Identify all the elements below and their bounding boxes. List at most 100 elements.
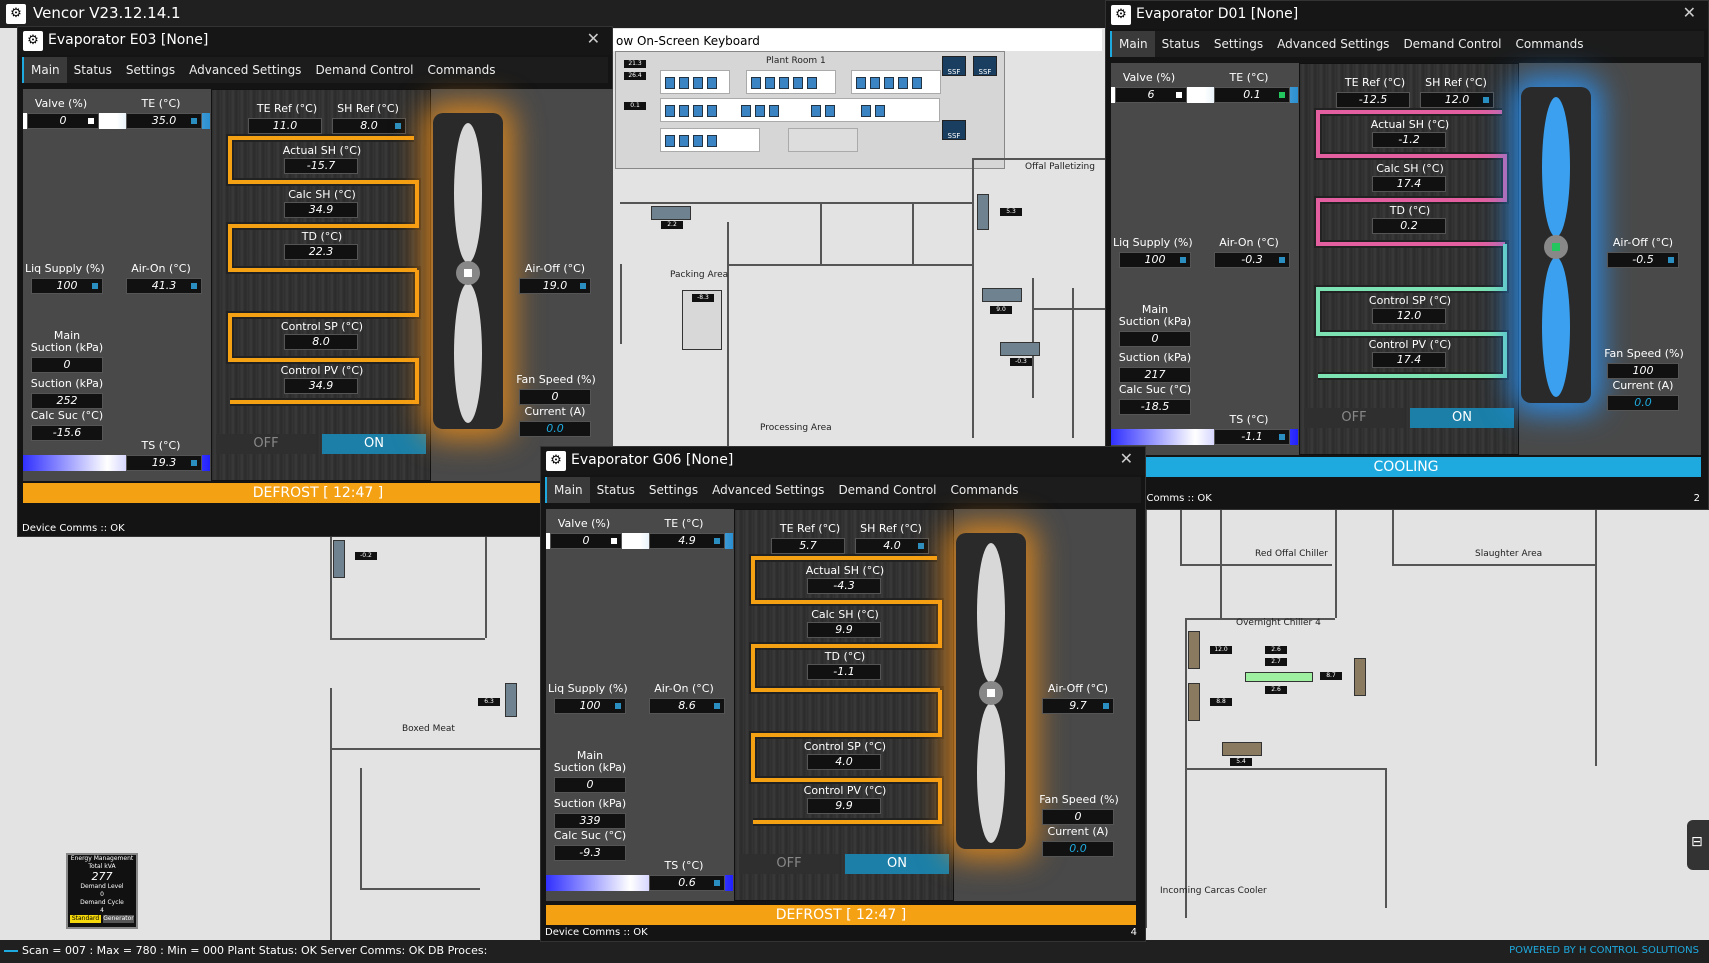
energy-kva-value: 277 — [91, 870, 113, 883]
energy-generator-button[interactable]: Generator — [103, 915, 134, 923]
tab-status[interactable]: Status — [590, 477, 642, 503]
map-device-overnight-4[interactable] — [1222, 742, 1262, 756]
coil-panel: TE Ref (°C) 5.7 SH Ref (°C) 4.0 Actual S… — [734, 509, 954, 901]
off-button[interactable]: OFF — [216, 434, 316, 454]
valve-indicator — [611, 538, 617, 544]
close-icon[interactable]: ✕ — [1683, 3, 1696, 22]
on-button[interactable]: ON — [322, 434, 426, 454]
window-logo-icon: ⚙ — [23, 31, 43, 51]
tab-advanced-settings[interactable]: Advanced Settings — [705, 477, 831, 503]
air-on-label: Air-On (°C) — [131, 262, 191, 275]
window-titlebar[interactable]: ⚙ Evaporator G06 [None] ✕ — [541, 447, 1145, 475]
evaporator-g06-window[interactable]: ⚙ Evaporator G06 [None] ✕ Main Status Sett… — [540, 446, 1146, 942]
map-device-overnight-2[interactable] — [1188, 683, 1200, 721]
rack-b[interactable] — [746, 70, 836, 94]
tab-commands[interactable]: Commands — [944, 477, 1026, 503]
td-value: -1.1 — [807, 664, 881, 680]
valve-value: 0 — [27, 113, 99, 129]
tab-advanced-settings[interactable]: Advanced Settings — [1270, 31, 1396, 57]
evaporator-e03-window[interactable]: ⚙ Evaporator E03 [None] ✕ Main Status Sett… — [17, 26, 613, 537]
tab-demand-control[interactable]: Demand Control — [831, 477, 943, 503]
energy-standard-button[interactable]: Standard — [70, 915, 101, 923]
window-title: Evaporator G06 [None] — [571, 452, 734, 468]
on-button[interactable]: ON — [845, 854, 949, 874]
fan-icon — [1542, 97, 1570, 397]
page-number: 4 — [1130, 927, 1137, 938]
room-label-processing-area: Processing Area — [760, 423, 832, 433]
map-value-overnight-3: 2.7 — [1265, 658, 1287, 666]
tab-settings[interactable]: Settings — [642, 477, 705, 503]
device-comms-status: Device Comms :: OK — [545, 927, 648, 938]
liq-supply-value: 100 — [1119, 252, 1191, 268]
energy-cycle-value: 4 — [100, 907, 104, 914]
actual-sh-value: -1.2 — [1372, 132, 1446, 148]
calc-suc-value: -18.5 — [1119, 399, 1191, 415]
air-off-label: Air-Off (°C) — [1612, 236, 1674, 249]
control-sp-label: Control SP (°C) — [280, 320, 364, 333]
room-label-red-offal: Red Offal Chiller — [1255, 549, 1328, 559]
actual-sh-value: -15.7 — [284, 158, 358, 174]
off-button[interactable]: OFF — [739, 854, 839, 874]
calc-suc-label: Calc Suc (°C) — [30, 409, 104, 422]
tab-demand-control[interactable]: Demand Control — [1396, 31, 1508, 57]
app-logo-icon: ⚙ — [6, 4, 26, 24]
off-button[interactable]: OFF — [1304, 408, 1404, 428]
map-device-overnight-1[interactable] — [1188, 631, 1200, 669]
window-titlebar[interactable]: ⚙ Evaporator D01 [None] ✕ — [1106, 1, 1708, 29]
room-label-packing-area: Packing Area — [670, 270, 729, 280]
tab-advanced-settings[interactable]: Advanced Settings — [182, 57, 308, 83]
close-icon[interactable]: ✕ — [1120, 449, 1133, 468]
room-label-slaughter: Slaughter Area — [1475, 549, 1543, 559]
air-on-label: Air-On (°C) — [1219, 236, 1279, 249]
side-panel-handle[interactable]: ⊟ — [1687, 820, 1709, 870]
control-sp-label: Control SP (°C) — [803, 740, 887, 753]
tab-status[interactable]: Status — [67, 57, 119, 83]
fan-speed-label: Fan Speed (%) — [1039, 793, 1119, 806]
map-value-overnight-2: 2.6 — [1265, 646, 1287, 654]
close-icon[interactable]: ✕ — [587, 29, 600, 48]
tab-commands[interactable]: Commands — [1509, 31, 1591, 57]
map-value-freezer: 9.0 — [990, 306, 1012, 314]
generators[interactable] — [788, 128, 858, 152]
window-titlebar[interactable]: ⚙ Evaporator E03 [None] ✕ — [18, 27, 612, 55]
map-device-freezer[interactable] — [982, 288, 1022, 302]
rack-a[interactable] — [660, 70, 730, 94]
main-suction-value: 0 — [554, 777, 626, 793]
calc-suc-label: Calc Suc (°C) — [553, 829, 627, 842]
energy-cycle-label: Demand Cycle — [80, 899, 124, 906]
state-band: COOLING — [1111, 457, 1701, 477]
tab-settings[interactable]: Settings — [119, 57, 182, 83]
on-button[interactable]: ON — [1410, 408, 1514, 428]
rack-d[interactable] — [851, 70, 941, 94]
rack-c[interactable] — [660, 98, 940, 122]
energy-level-label: Demand Level — [80, 883, 124, 890]
map-value-overnight-5: 8.8 — [1210, 698, 1232, 706]
tab-main[interactable]: Main — [547, 477, 590, 503]
ssf-unit-3[interactable]: SSF — [942, 120, 966, 140]
ssf-unit-2[interactable]: SSF — [973, 56, 997, 76]
map-device-packing[interactable] — [651, 206, 691, 220]
suction-label: Suction (kPa) — [1118, 351, 1192, 364]
tab-status[interactable]: Status — [1155, 31, 1207, 57]
air-off-value: 9.7 — [1042, 698, 1114, 714]
tab-main[interactable]: Main — [24, 57, 67, 83]
map-device-overnight-3[interactable] — [1354, 658, 1366, 696]
calc-suc-value: -15.6 — [31, 425, 103, 441]
valve-value: 6 — [1115, 87, 1187, 103]
tab-demand-control[interactable]: Demand Control — [308, 57, 420, 83]
energy-management-panel[interactable]: Energy Management Total kVA 277 Demand L… — [66, 853, 138, 929]
tab-settings[interactable]: Settings — [1207, 31, 1270, 57]
map-device-boxed-1[interactable] — [333, 540, 345, 578]
rack-e[interactable] — [660, 128, 760, 152]
actual-sh-label: Actual SH (°C) — [282, 144, 362, 157]
map-pulldown-bar[interactable] — [1245, 672, 1313, 682]
ssf-unit-1[interactable]: SSF — [942, 56, 966, 76]
on-screen-keyboard-button[interactable]: ow On-Screen Keyboard — [612, 29, 1102, 51]
map-device-offal[interactable] — [977, 194, 989, 230]
evaporator-d01-window[interactable]: ⚙ Evaporator D01 [None] ✕ Main Status Sett… — [1105, 0, 1709, 510]
map-device-boxed-2[interactable] — [505, 683, 517, 717]
tab-main[interactable]: Main — [1112, 31, 1155, 57]
tab-commands[interactable]: Commands — [421, 57, 503, 83]
map-device-3[interactable] — [1000, 342, 1040, 356]
fan-speed-value: 0 — [519, 389, 591, 405]
